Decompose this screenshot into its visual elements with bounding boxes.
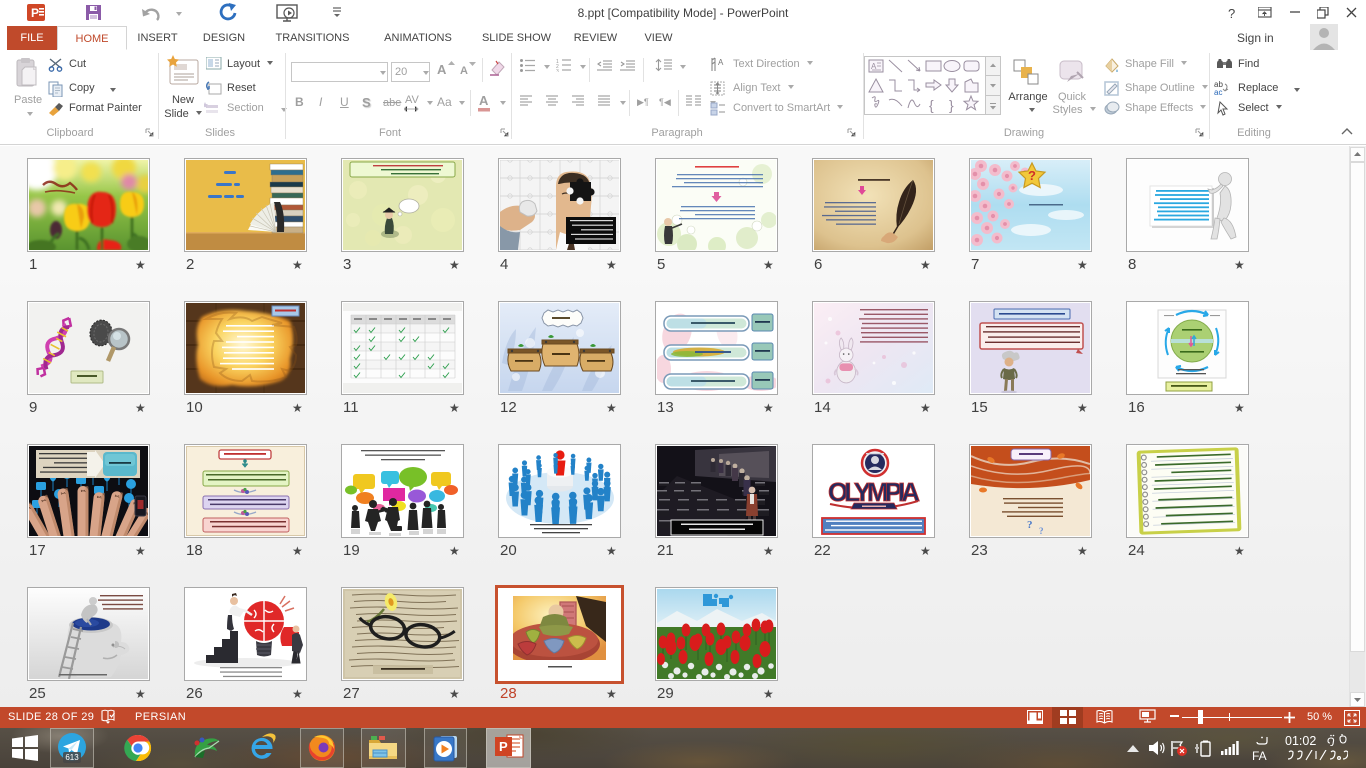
svg-text:?: ? xyxy=(1027,519,1033,531)
svg-text:OLYMPIA: OLYMPIA xyxy=(828,477,920,507)
svg-text:ac: ac xyxy=(1214,88,1222,95)
svg-text:P: P xyxy=(499,739,508,754)
svg-text:P: P xyxy=(31,6,39,20)
svg-text:}: } xyxy=(949,97,954,113)
svg-text:3: 3 xyxy=(556,69,559,72)
svg-text:A: A xyxy=(718,58,724,67)
svg-text:?: ? xyxy=(1028,168,1036,183)
svg-text:{: { xyxy=(929,97,934,113)
svg-text:?: ? xyxy=(1039,526,1044,536)
